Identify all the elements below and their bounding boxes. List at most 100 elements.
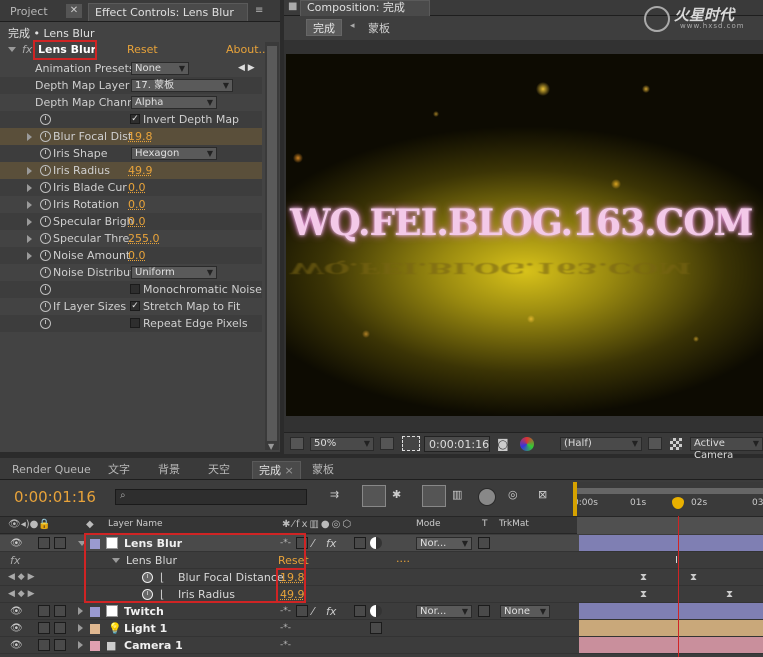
shy-switch-icon[interactable]: -*- <box>280 620 291 637</box>
motion-blur-switch-icon[interactable] <box>370 537 382 549</box>
lock-icon[interactable]: ■ <box>288 1 297 12</box>
property-checkbox[interactable]: ✓ <box>130 114 140 124</box>
show-channel-icon[interactable] <box>520 437 534 451</box>
property-dropdown[interactable]: Alpha <box>131 96 217 109</box>
light-box[interactable] <box>370 622 382 634</box>
property-value[interactable]: 0.0 <box>128 196 146 213</box>
expand-triangle-icon[interactable] <box>78 607 83 615</box>
live-update-icon[interactable] <box>362 485 386 507</box>
stopwatch-icon[interactable] <box>40 301 51 312</box>
quality-slash-icon[interactable]: ⁄ <box>312 603 314 620</box>
layer-name[interactable]: Light 1 <box>124 620 167 637</box>
region-icon[interactable] <box>402 436 420 451</box>
stopwatch-icon[interactable] <box>40 267 51 278</box>
stopwatch-icon[interactable] <box>40 182 51 193</box>
property-checkbox[interactable] <box>130 284 140 294</box>
solo-box[interactable] <box>38 537 50 549</box>
timeline-tab[interactable]: 背景 <box>152 461 186 479</box>
expand-triangle-icon[interactable] <box>8 47 16 52</box>
frame-blend-box[interactable] <box>354 537 366 549</box>
stopwatch-icon[interactable] <box>40 318 51 329</box>
timeline-tab[interactable]: 文字 <box>102 461 136 479</box>
quality-slash-icon[interactable]: ⁄ <box>312 535 314 552</box>
property-checkbox[interactable]: ✓ <box>130 301 140 311</box>
fx-switch-icon[interactable]: fx <box>326 603 336 620</box>
playhead-icon[interactable] <box>672 497 684 509</box>
property-dropdown[interactable]: None <box>131 62 189 75</box>
visibility-eye-icon[interactable]: 👁 <box>10 535 23 552</box>
visibility-eye-icon[interactable]: 👁 <box>10 603 23 620</box>
stopwatch-icon[interactable] <box>40 250 51 261</box>
stopwatch-icon[interactable] <box>40 284 51 295</box>
preset-nav-icon[interactable]: ◀ ▶ <box>238 60 255 77</box>
solo-box[interactable] <box>38 622 50 634</box>
time-ruler[interactable]: 0:00s 01s 02s 03 <box>573 482 763 516</box>
motion-blur-icon[interactable] <box>478 488 496 506</box>
col-trkmat[interactable]: TrkMat <box>499 519 529 529</box>
tab-project[interactable]: Project <box>4 3 54 21</box>
keyframe-icon[interactable]: ⧗ <box>640 569 647 586</box>
stopwatch-icon[interactable] <box>40 114 51 125</box>
comp-mini-flowchart-icon[interactable]: ⇉ <box>330 488 352 506</box>
comp-breadcrumb-current[interactable]: 完成 <box>306 19 342 36</box>
stopwatch-icon[interactable] <box>40 148 51 159</box>
keyframe-icon[interactable]: ⧗ <box>690 569 697 586</box>
stopwatch-icon[interactable] <box>40 216 51 227</box>
reset-link[interactable]: Reset <box>127 41 158 58</box>
tab-composition[interactable]: Composition: 完成 <box>300 0 430 16</box>
expand-triangle-icon[interactable] <box>27 218 32 226</box>
layer-name[interactable]: Camera 1 <box>124 637 183 654</box>
preserve-transparency-box[interactable] <box>478 605 490 617</box>
solo-box[interactable] <box>38 605 50 617</box>
layer-duration-bar[interactable] <box>579 535 763 551</box>
col-mode[interactable]: Mode <box>416 519 441 529</box>
solo-box[interactable] <box>38 639 50 651</box>
region-of-interest-icon[interactable] <box>648 437 662 450</box>
work-area-start[interactable] <box>573 482 577 516</box>
lock-box[interactable] <box>54 605 66 617</box>
scroll-down-icon[interactable]: ▼ <box>268 442 274 451</box>
expand-triangle-icon[interactable] <box>27 252 32 260</box>
trkmat-dropdown[interactable]: None <box>500 605 550 618</box>
transparency-grid-icon[interactable] <box>670 438 682 450</box>
layer-duration-bar[interactable] <box>579 637 763 653</box>
keyframe-icon[interactable]: ⧗ <box>640 586 647 603</box>
scroll-thumb[interactable] <box>267 46 277 441</box>
resolution-dropdown[interactable]: (Half) <box>560 437 642 451</box>
timeline-tab[interactable]: Render Queue <box>6 461 97 479</box>
col-layer-name[interactable]: Layer Name <box>108 519 163 529</box>
composition-viewer[interactable]: WQ.FEI.BLOG.163.COM WQ.FEI.BLOG.163.COM <box>284 40 763 432</box>
mode-dropdown[interactable]: Nor... <box>416 537 472 550</box>
table-row[interactable]: 👁 ■ Camera 1 -*- <box>0 637 763 654</box>
timeline-tab[interactable]: 蒙板 <box>306 461 340 479</box>
quality-box[interactable] <box>296 605 308 617</box>
expand-triangle-icon[interactable] <box>78 641 83 649</box>
stopwatch-icon[interactable] <box>40 165 51 176</box>
panel-menu-icon[interactable]: ≡ <box>255 5 263 16</box>
property-dropdown[interactable]: Hexagon <box>131 147 217 160</box>
stopwatch-icon[interactable] <box>40 233 51 244</box>
keyframe-icon[interactable]: ⧗ <box>726 586 733 603</box>
table-row[interactable]: 👁 Twitch -*- ⁄ fx Nor... None <box>0 603 763 620</box>
timeline-tab[interactable]: 完成 × <box>252 461 301 479</box>
effect-options[interactable]: .... <box>396 550 410 567</box>
search-input[interactable]: ⌕ <box>115 489 307 505</box>
fit-icon[interactable] <box>380 437 394 450</box>
stopwatch-icon[interactable] <box>40 199 51 210</box>
camera-dropdown[interactable]: Active Camera <box>690 437 763 461</box>
keyframe-nav-icon[interactable]: ◀ ◆ ▶ <box>8 586 35 603</box>
col-t[interactable]: T <box>482 519 488 529</box>
lock-box[interactable] <box>54 622 66 634</box>
layer-name[interactable]: Twitch <box>124 603 164 620</box>
table-row[interactable]: 👁 💡 Light 1 -*- <box>0 620 763 637</box>
scrollbar[interactable]: ▼ <box>265 42 279 451</box>
property-dropdown[interactable]: Uniform <box>131 266 217 279</box>
property-dropdown[interactable]: 17. 蒙板 <box>131 79 233 92</box>
close-icon[interactable]: × <box>281 464 293 477</box>
stopwatch-icon[interactable] <box>40 131 51 142</box>
frame-blending-icon[interactable]: ▥ <box>452 488 470 506</box>
label-color-swatch[interactable] <box>90 641 100 651</box>
frame-blend-box[interactable] <box>354 605 366 617</box>
label-color-swatch[interactable] <box>90 607 100 617</box>
motion-blur-switch-icon[interactable] <box>370 605 382 617</box>
